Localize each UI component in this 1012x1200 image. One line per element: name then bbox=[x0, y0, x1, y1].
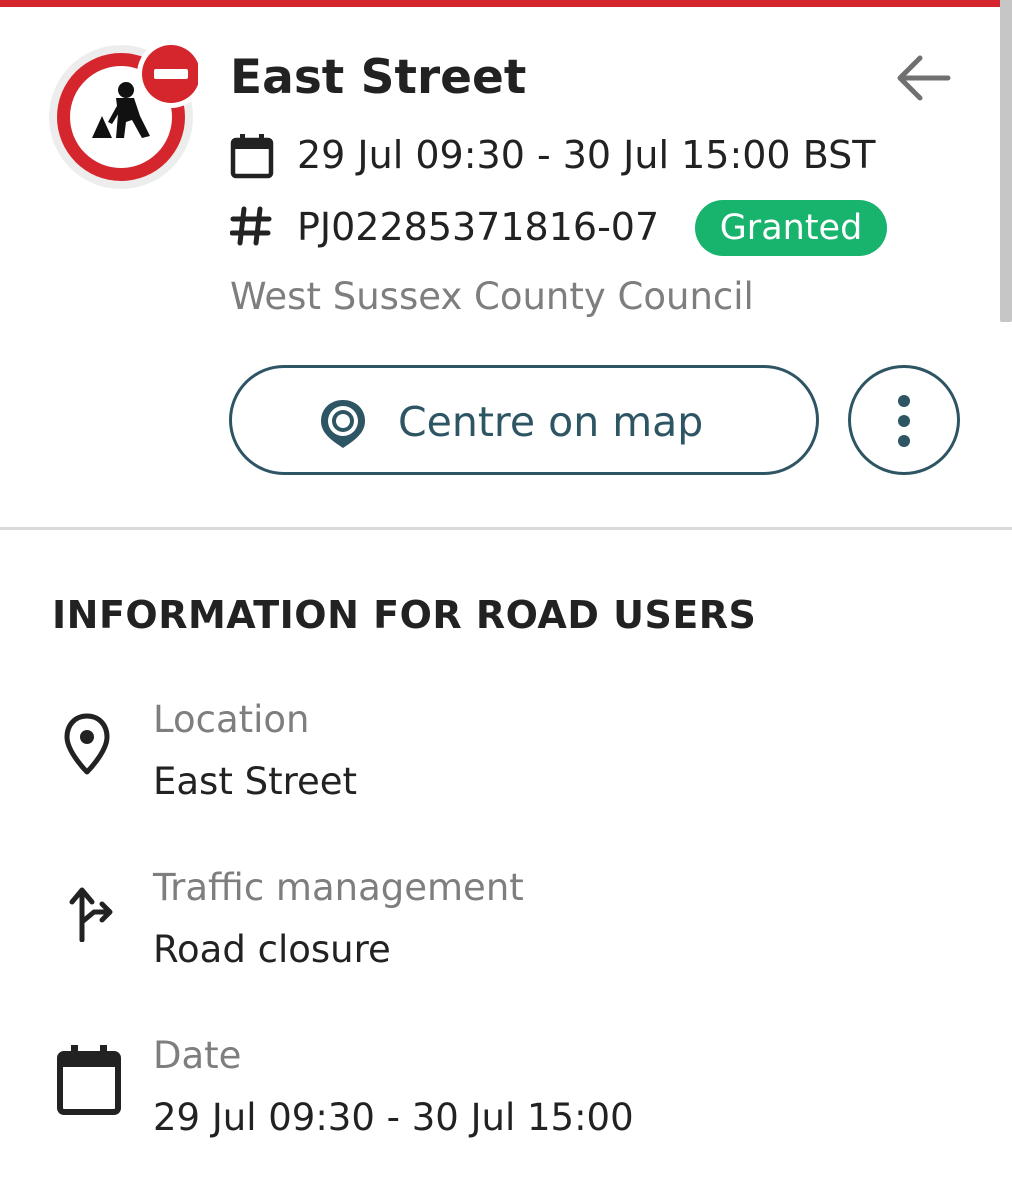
status-badge: Granted bbox=[695, 200, 887, 256]
centre-on-map-button[interactable]: Centre on map bbox=[229, 365, 819, 475]
vertical-dots-icon bbox=[898, 395, 910, 447]
date-label: Date bbox=[153, 1034, 242, 1077]
traffic-management-value: Road closure bbox=[153, 928, 391, 971]
permit-reference: PJ02285371816-07 bbox=[297, 205, 660, 249]
more-options-button[interactable] bbox=[848, 365, 960, 475]
hash-icon bbox=[229, 205, 272, 251]
calendar-icon bbox=[54, 1044, 124, 1120]
location-label: Location bbox=[153, 698, 310, 741]
roadworks-no-entry-icon bbox=[48, 38, 205, 193]
centre-on-map-label: Centre on map bbox=[398, 398, 704, 446]
top-accent-bar bbox=[0, 0, 1012, 7]
back-button[interactable] bbox=[888, 48, 958, 108]
turn-arrow-icon bbox=[68, 882, 118, 946]
page-title: East Street bbox=[230, 50, 527, 105]
authority-name: West Sussex County Council bbox=[230, 275, 754, 318]
location-pin-icon bbox=[62, 712, 112, 782]
calendar-icon bbox=[228, 132, 276, 184]
date-range: 29 Jul 09:30 - 30 Jul 15:00 BST bbox=[297, 133, 876, 177]
traffic-management-label: Traffic management bbox=[153, 866, 524, 909]
date-value: 29 Jul 09:30 - 30 Jul 15:00 bbox=[153, 1096, 634, 1139]
arrow-left-icon bbox=[897, 55, 951, 101]
section-divider bbox=[0, 527, 1012, 530]
section-heading: INFORMATION FOR ROAD USERS bbox=[52, 593, 757, 637]
map-pin-icon bbox=[317, 396, 369, 454]
scrollbar-thumb[interactable] bbox=[1000, 0, 1012, 322]
location-value: East Street bbox=[153, 760, 358, 803]
